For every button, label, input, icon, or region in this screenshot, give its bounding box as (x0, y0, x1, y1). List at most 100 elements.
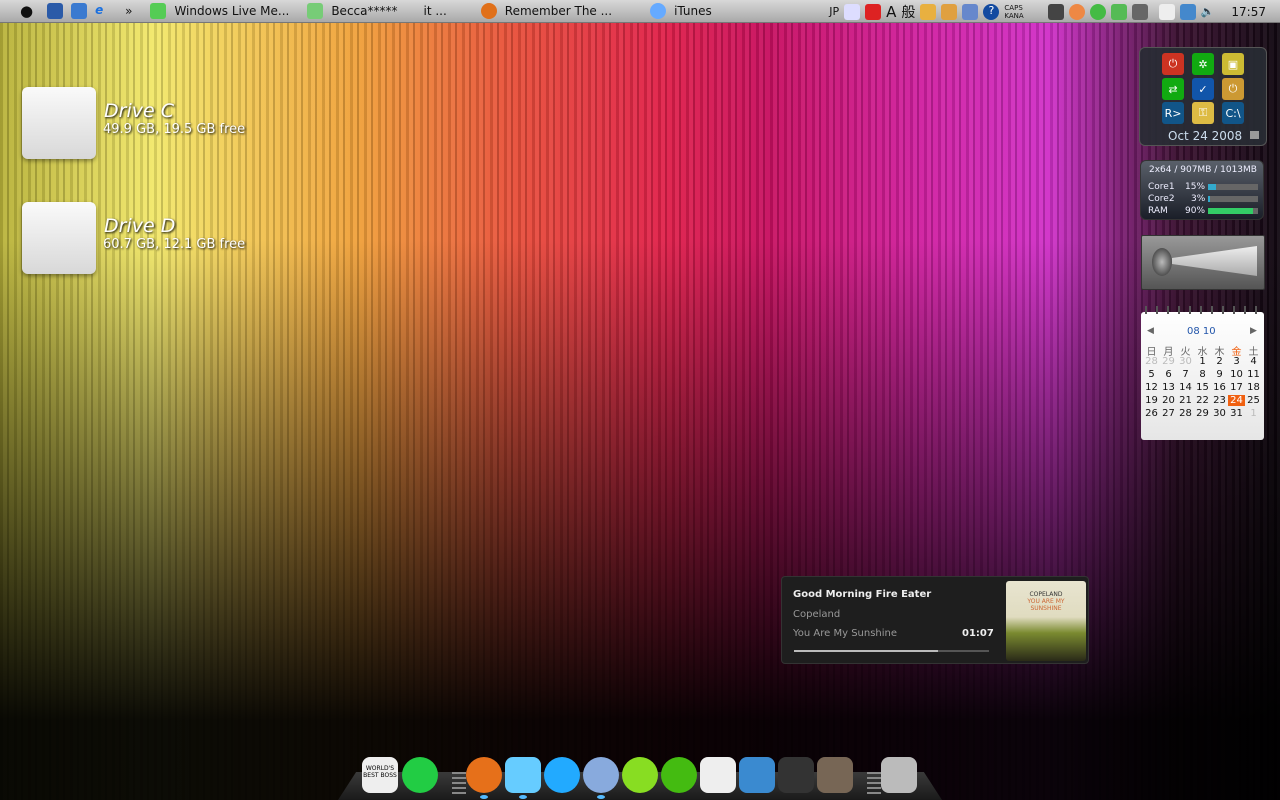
utorrent-icon[interactable] (661, 757, 697, 793)
trash-icon[interactable] (881, 757, 917, 793)
calendar-day[interactable]: 15 (1194, 382, 1211, 393)
toolbox-icon[interactable] (941, 3, 958, 20)
calendar-day[interactable]: 7 (1177, 369, 1194, 380)
task-messenger[interactable]: Windows Live Me... (146, 3, 289, 19)
green-plus-icon[interactable] (1089, 3, 1106, 20)
calendar-day[interactable]: 30 (1177, 356, 1194, 367)
track-title: Good Morning Fire Eater (793, 589, 932, 600)
show-desktop-icon[interactable] (47, 3, 64, 19)
command-prompt-button[interactable]: C:\ (1222, 102, 1244, 124)
skype-icon[interactable] (544, 757, 580, 793)
task-it[interactable]: it ... (424, 4, 447, 18)
prev-month-button[interactable]: ◀ (1147, 326, 1154, 336)
lock-icon[interactable] (1250, 131, 1259, 139)
calendar-day[interactable]: 19 (1143, 395, 1160, 406)
run-button[interactable]: R> (1162, 102, 1184, 124)
apple-start-icon[interactable]: ● (20, 2, 33, 20)
calendar-day[interactable]: 31 (1228, 408, 1245, 419)
notepad-icon[interactable] (844, 3, 861, 20)
feather-icon[interactable] (700, 757, 736, 793)
calendar-day[interactable]: 10 (1228, 369, 1245, 380)
calendar-day[interactable]: 5 (1143, 369, 1160, 380)
calendar-day[interactable]: 4 (1245, 356, 1262, 367)
volume-icon[interactable]: 🔈 (1201, 5, 1215, 18)
blocked-icon[interactable] (1068, 3, 1085, 20)
help-icon[interactable]: ? (983, 3, 1000, 20)
calendar-day[interactable]: 23 (1211, 395, 1228, 406)
calendar-day[interactable]: 2 (1211, 356, 1228, 367)
drive-c[interactable]: Drive C 49.9 GB, 19.5 GB free (22, 87, 282, 162)
key-button[interactable]: ⚿ (1192, 102, 1214, 124)
caps-indicator: CAPS (1004, 3, 1023, 12)
progress-bar[interactable] (794, 650, 989, 652)
internet-explorer-icon[interactable]: e (95, 3, 111, 19)
fedora-hat-icon[interactable] (817, 757, 853, 793)
calendar-day[interactable]: 13 (1160, 382, 1177, 393)
messenger-icon[interactable] (505, 757, 541, 793)
drive-d[interactable]: Drive D 60.7 GB, 12.1 GB free (22, 202, 282, 277)
task-itunes[interactable]: iTunes (646, 3, 712, 19)
photo-icon[interactable] (1047, 3, 1064, 20)
core1-bar (1208, 184, 1258, 190)
word-icon[interactable] (739, 757, 775, 793)
ime-mode[interactable]: A (886, 3, 896, 21)
limewire-icon[interactable] (622, 757, 658, 793)
network-button[interactable]: ✲ (1192, 53, 1214, 75)
task-becca[interactable]: Becca***** (303, 3, 398, 19)
ime-mode-2[interactable]: 般 (901, 2, 915, 22)
more-chevron-icon[interactable]: » (125, 4, 132, 18)
ime-tool-icon[interactable] (920, 3, 937, 20)
calendar-day[interactable]: 29 (1194, 408, 1211, 419)
clock[interactable]: 17:57 (1231, 5, 1266, 19)
calendar-day[interactable]: 6 (1160, 369, 1177, 380)
calendar-day[interactable]: 21 (1177, 395, 1194, 406)
calendar-day[interactable]: 22 (1194, 395, 1211, 406)
calendar-day[interactable]: 28 (1177, 408, 1194, 419)
itunes-icon[interactable] (583, 757, 619, 793)
calendar-day[interactable]: 18 (1245, 382, 1262, 393)
calendar-day[interactable]: 16 (1211, 382, 1228, 393)
ipod-icon[interactable] (778, 757, 814, 793)
firefox-icon[interactable] (466, 757, 502, 793)
volume-gadget[interactable] (1141, 235, 1265, 290)
album-art[interactable]: COPELAND YOU ARE MY SUNSHINE (1006, 581, 1086, 661)
red-tool-icon[interactable] (865, 3, 882, 20)
calendar-day[interactable]: 12 (1143, 382, 1160, 393)
calendar-day[interactable]: 14 (1177, 382, 1194, 393)
task-firefox[interactable]: Remember The ... (477, 3, 612, 19)
calendar-day[interactable]: 24 (1228, 395, 1245, 406)
calendar-day[interactable]: 28 (1143, 356, 1160, 367)
calendar-day[interactable]: 1 (1194, 356, 1211, 367)
shutdown-button[interactable]: ⏻ (1162, 53, 1184, 75)
messenger-tray-icon[interactable] (1110, 3, 1127, 20)
switch-user-button[interactable]: ⇄ (1162, 78, 1184, 100)
calendar-day[interactable]: 30 (1211, 408, 1228, 419)
messenger-contact-icon (307, 3, 324, 19)
language-indicator[interactable]: JP (829, 5, 839, 18)
calendar-day[interactable]: 27 (1160, 408, 1177, 419)
calendar-day[interactable]: 11 (1245, 369, 1262, 380)
ime-lock-icon[interactable] (962, 3, 979, 20)
check-button[interactable]: ✓ (1192, 78, 1214, 100)
calendar-day[interactable]: 26 (1143, 408, 1160, 419)
calendar-day[interactable]: 3 (1228, 356, 1245, 367)
calendar-day[interactable]: 29 (1160, 356, 1177, 367)
calendar-day[interactable]: 1 (1245, 408, 1262, 419)
running-indicator (480, 795, 488, 799)
power-plug-icon[interactable] (1158, 3, 1175, 20)
next-month-button[interactable]: ▶ (1250, 326, 1257, 336)
network-icon[interactable] (1179, 3, 1196, 20)
lock-button[interactable]: ▣ (1222, 53, 1244, 75)
calendar-day[interactable]: 17 (1228, 382, 1245, 393)
calendar-day[interactable]: 9 (1211, 369, 1228, 380)
volume-slider[interactable] (1172, 246, 1257, 276)
calendar-day[interactable]: 20 (1160, 395, 1177, 406)
worlds-best-boss-mug-icon[interactable]: WORLD'S BEST BOSS (362, 757, 398, 793)
standby-button[interactable]: ⏻ (1222, 78, 1244, 100)
calendar-day[interactable]: 8 (1194, 369, 1211, 380)
calendar-day[interactable]: 25 (1245, 395, 1262, 406)
graphics-icon[interactable] (1131, 3, 1148, 20)
green-hat-icon[interactable] (402, 757, 438, 793)
desktop-icon[interactable] (71, 3, 88, 19)
messenger-icon (150, 3, 167, 19)
